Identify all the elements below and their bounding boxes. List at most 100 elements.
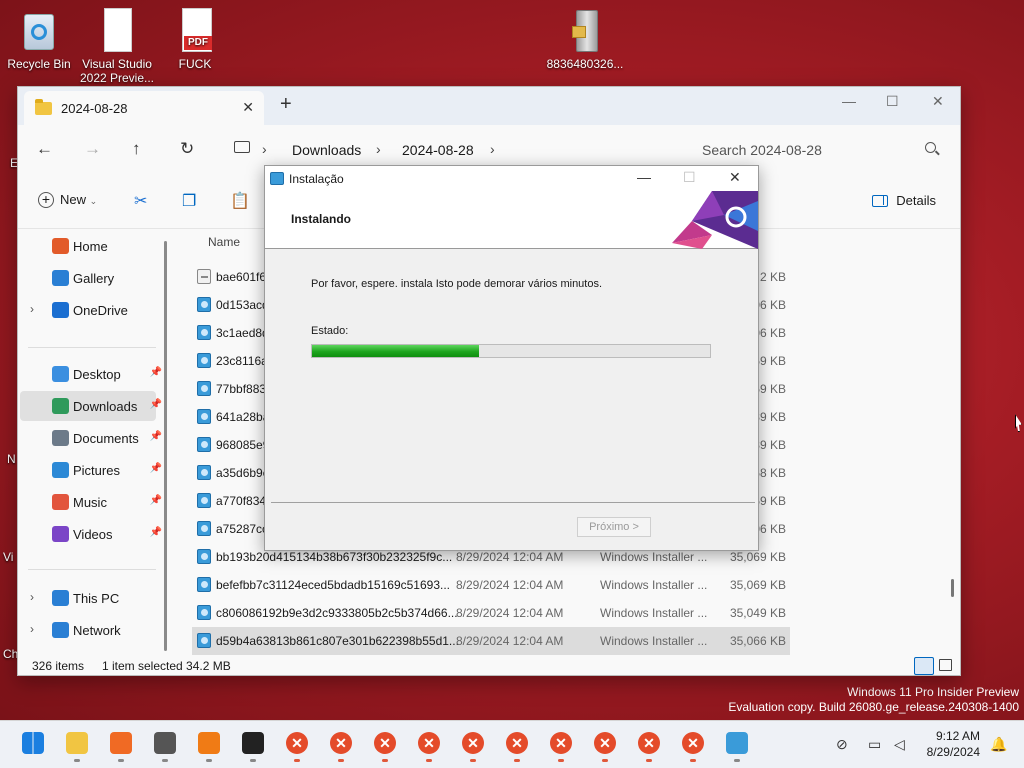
- documents-icon: [52, 430, 69, 446]
- column-header-name[interactable]: Name: [208, 235, 240, 249]
- taskbar-app[interactable]: ✕: [544, 729, 578, 762]
- notification-bell-icon[interactable]: 🔔: [990, 736, 1007, 753]
- file-name: d59b4a63813b861c807e301b622398b55d1...: [216, 634, 459, 648]
- recycle-bin-icon: [18, 6, 60, 54]
- installer-file-icon: [197, 521, 211, 536]
- paste-icon[interactable]: 📋: [230, 191, 250, 211]
- taskbar-app[interactable]: [236, 729, 270, 762]
- details-button[interactable]: Details: [872, 193, 936, 208]
- taskbar-app[interactable]: ✕: [456, 729, 490, 762]
- new-button[interactable]: + New ⌄: [38, 192, 97, 208]
- file-list-scrollbar[interactable]: [951, 579, 954, 597]
- dialog-minimize-button[interactable]: —: [637, 169, 651, 185]
- file-date: 8/29/2024 12:04 AM: [456, 606, 564, 620]
- sidebar-item-documents[interactable]: Documents 📌: [20, 423, 162, 453]
- installer-file-icon: [197, 381, 211, 396]
- desktop-icon-archive[interactable]: 8836480326...: [546, 6, 624, 71]
- taskbar-app[interactable]: ✕: [676, 729, 710, 762]
- desktop-icon-recycle-bin[interactable]: Recycle Bin: [0, 6, 78, 71]
- file-size: 35,066 KB: [729, 634, 786, 648]
- breadcrumb-downloads[interactable]: Downloads: [292, 142, 361, 158]
- sidebar-item-music[interactable]: Music 📌: [20, 487, 162, 517]
- next-button[interactable]: Próximo >: [577, 517, 651, 537]
- copy-icon[interactable]: ❐: [182, 191, 196, 211]
- search-box[interactable]: Search 2024-08-28: [686, 133, 948, 165]
- dialog-separator: [271, 502, 755, 503]
- progress-fill: [312, 345, 480, 357]
- sidebar-item-gallery[interactable]: Gallery: [20, 263, 156, 293]
- forward-icon[interactable]: →: [84, 139, 101, 159]
- address-bar[interactable]: › Downloads › 2024-08-28 ›: [222, 133, 682, 165]
- file-row[interactable]: befefbb7c31124eced5bdadb15169c51693... 8/…: [192, 571, 790, 599]
- running-indicator: [118, 759, 124, 762]
- breadcrumb-folder[interactable]: 2024-08-28: [402, 142, 474, 158]
- desktop-icon-visual-studio[interactable]: Visual Studio 2022 Previe...: [78, 6, 156, 85]
- clock-date[interactable]: 8/29/2024: [927, 745, 980, 759]
- file-name: a75287cc: [216, 522, 269, 536]
- taskbar-app[interactable]: [192, 729, 226, 762]
- taskbar-app[interactable]: [16, 729, 50, 761]
- search-input[interactable]: Search 2024-08-28: [702, 142, 822, 158]
- maximize-button[interactable]: ☐: [886, 93, 899, 110]
- running-indicator: [690, 759, 696, 762]
- minimize-button[interactable]: —: [842, 93, 856, 109]
- battery-icon[interactable]: ▭: [868, 736, 881, 753]
- new-tab-button[interactable]: +: [280, 93, 292, 116]
- back-icon[interactable]: ←: [36, 139, 53, 159]
- taskbar-app[interactable]: [104, 729, 138, 762]
- taskbar-app[interactable]: ✕: [588, 729, 622, 762]
- installer-file-icon: [197, 633, 211, 648]
- tiles-view-button[interactable]: [939, 659, 952, 671]
- desktop-icon-pdf[interactable]: PDF FUCK: [156, 6, 234, 71]
- taskbar-app[interactable]: ✕: [412, 729, 446, 762]
- chevron-right-icon: ›: [376, 141, 381, 157]
- sidebar-item-desktop[interactable]: Desktop 📌: [20, 359, 162, 389]
- file-row[interactable]: d59b4a63813b861c807e301b622398b55d1... 8/…: [192, 627, 790, 655]
- network-icon: [52, 622, 69, 638]
- sidebar-item-onedrive[interactable]: › OneDrive: [20, 295, 156, 325]
- dialog-close-button[interactable]: ✕: [729, 169, 741, 186]
- error-icon: ✕: [374, 732, 396, 754]
- taskbar-app[interactable]: ✕: [324, 729, 358, 762]
- music-icon: [52, 494, 69, 510]
- explorer-tab[interactable]: 2024-08-28 ✕: [24, 91, 264, 125]
- chevron-right-icon[interactable]: ›: [30, 590, 34, 604]
- sidebar-item-network[interactable]: › Network: [20, 615, 156, 645]
- close-button[interactable]: ✕: [932, 93, 944, 110]
- details-label: Details: [896, 193, 936, 208]
- sidebar-item-downloads[interactable]: Downloads 📌: [20, 391, 162, 421]
- up-icon[interactable]: ↑: [132, 139, 141, 159]
- explorer-titlebar: 2024-08-28 ✕ + — ☐ ✕: [18, 87, 960, 125]
- sidebar-item-pictures[interactable]: Pictures 📌: [20, 455, 162, 485]
- cut-icon[interactable]: ✂: [134, 191, 147, 211]
- taskbar-app[interactable]: [60, 729, 94, 762]
- taskbar-app[interactable]: ✕: [280, 729, 314, 762]
- taskbar-app[interactable]: [720, 729, 754, 762]
- volume-icon[interactable]: ◁: [894, 736, 905, 753]
- desktop-edge-text: Vi: [3, 550, 14, 564]
- chevron-right-icon[interactable]: ›: [30, 302, 34, 316]
- pdf-icon: PDF: [174, 6, 216, 54]
- sidebar-item-videos[interactable]: Videos 📌: [20, 519, 162, 549]
- sidebar-item-this-pc[interactable]: › This PC: [20, 583, 156, 613]
- chevron-right-icon[interactable]: ›: [30, 622, 34, 636]
- details-view-button[interactable]: [914, 657, 934, 675]
- taskbar-app[interactable]: [148, 729, 182, 762]
- taskbar-app[interactable]: ✕: [632, 729, 666, 762]
- taskbar-app[interactable]: ✕: [500, 729, 534, 762]
- sidebar-item-label: Network: [73, 623, 121, 638]
- clock-time[interactable]: 9:12 AM: [936, 729, 980, 743]
- running-indicator: [426, 759, 432, 762]
- refresh-icon[interactable]: ↻: [180, 139, 194, 159]
- sidebar-item-home[interactable]: Home: [20, 231, 156, 261]
- file-date: 8/29/2024 12:04 AM: [456, 550, 564, 564]
- tab-close-icon[interactable]: ✕: [242, 99, 254, 116]
- dialog-maximize-button[interactable]: ☐: [683, 169, 696, 186]
- network-status-icon[interactable]: ⊘: [836, 736, 848, 753]
- sidebar-scrollbar[interactable]: [164, 241, 167, 651]
- error-icon: ✕: [506, 732, 528, 754]
- sidebar-separator: [28, 347, 156, 348]
- installer-file-icon: [197, 493, 211, 508]
- taskbar-app[interactable]: ✕: [368, 729, 402, 762]
- file-row[interactable]: c806086192b9e3d2c9333805b2c5b374d66... 8/…: [192, 599, 790, 627]
